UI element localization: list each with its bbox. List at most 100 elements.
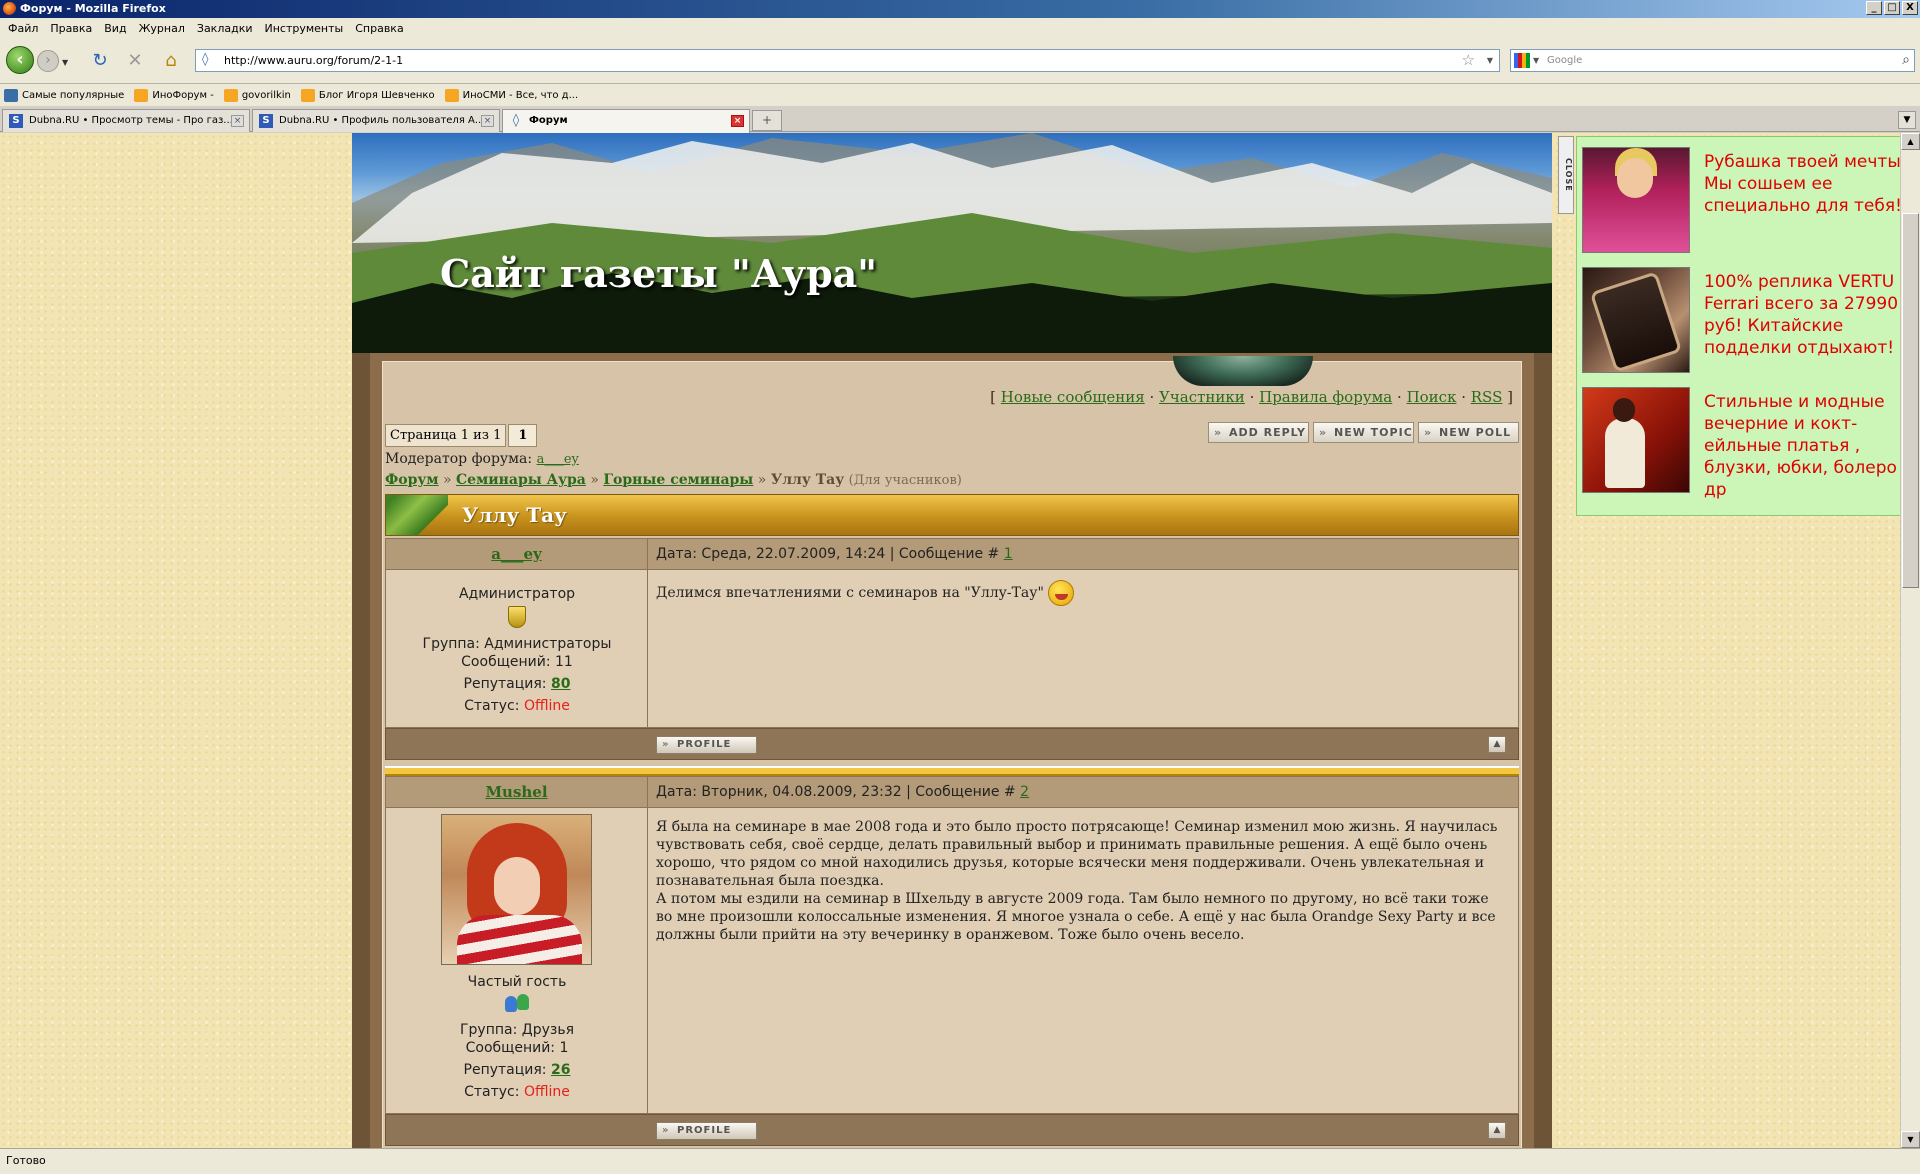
ad-text[interactable]: Рубашка твоей мечты! Мы сошьем ее специа…	[1704, 151, 1900, 217]
search-icon[interactable]: ⌕	[1902, 50, 1910, 71]
search-link[interactable]: Поиск	[1407, 388, 1457, 406]
bookmark-item[interactable]: Блог Игоря Шевченко	[300, 88, 435, 102]
minimize-button[interactable]: _	[1866, 1, 1882, 15]
moderator-link[interactable]: a___ey	[537, 452, 579, 467]
forward-button[interactable]: ›	[37, 50, 59, 72]
site-title: Сайт газеты "Аура"	[440, 251, 878, 296]
ad-item[interactable]: Стильные и модные вечерние и кокт-ейльны…	[1582, 387, 1900, 500]
post-author-link[interactable]: Mushel	[386, 777, 648, 807]
ad-image[interactable]	[1582, 387, 1690, 493]
status-bar: Готово	[0, 1148, 1920, 1174]
tab-close-icon[interactable]: ×	[481, 115, 494, 127]
post-number-link[interactable]: 2	[1020, 784, 1029, 800]
tab-close-icon[interactable]: ×	[731, 115, 744, 127]
menu-help[interactable]: Справка	[351, 22, 411, 35]
scroll-up-arrow[interactable]: ▲	[1901, 133, 1920, 150]
post-text: Делимся впечатлениями с семинаров на "Ул…	[656, 580, 1506, 606]
post-author-link[interactable]: a___ey	[386, 539, 648, 569]
reputation-link[interactable]: 80	[551, 676, 570, 692]
scroll-down-arrow[interactable]: ▼	[1901, 1131, 1920, 1148]
menu-history[interactable]: Журнал	[135, 22, 193, 35]
reload-icon[interactable]: ↻	[89, 50, 111, 72]
ad-item[interactable]: 100% реплика VERTU Ferrari всего за 2799…	[1582, 267, 1900, 377]
scroll-top-icon[interactable]: ▲	[1488, 736, 1506, 753]
ad-image[interactable]	[1582, 147, 1690, 253]
bookmark-item[interactable]: ИноСМИ - Все, что д...	[444, 88, 578, 102]
ad-close-button[interactable]: CLOSE	[1558, 136, 1574, 214]
maximize-button[interactable]: □	[1884, 1, 1900, 15]
post-body: Частый гость Группа: Друзья Сообщений: 1…	[385, 808, 1519, 1114]
rss-link[interactable]: RSS	[1471, 388, 1503, 406]
ad-text[interactable]: 100% реплика VERTU Ferrari всего за 2799…	[1704, 271, 1900, 359]
google-engine-icon[interactable]	[1514, 53, 1530, 68]
tab-close-icon[interactable]: ×	[231, 115, 244, 127]
author-reputation: Репутация: 26	[463, 1062, 571, 1078]
menu-edit[interactable]: Правка	[46, 22, 100, 35]
engine-dropdown-icon[interactable]: ▼	[1533, 50, 1539, 71]
home-icon[interactable]: ⌂	[160, 50, 182, 72]
new-tab-button[interactable]: +	[752, 110, 782, 131]
ad-text[interactable]: Стильные и модные вечерние и кокт-ейльны…	[1704, 391, 1900, 501]
page-number[interactable]: 1	[508, 424, 538, 447]
bookmark-item[interactable]: govorilkin	[223, 88, 291, 102]
tab-dubna-profile[interactable]: S Dubna.RU • Профиль пользователя А... ×	[252, 109, 500, 132]
post-number-link[interactable]: 1	[1004, 546, 1013, 562]
bookmark-star-icon[interactable]: ☆	[1462, 50, 1475, 71]
profile-button[interactable]: Profile	[656, 1122, 757, 1140]
tab-list-icon[interactable]: ▼	[1898, 111, 1916, 129]
window-titlebar: Форум - Mozilla Firefox _ □ X	[0, 0, 1920, 18]
new-messages-link[interactable]: Новые сообщения	[1001, 388, 1145, 406]
post-text: Я была на семинаре в мае 2008 года и это…	[656, 819, 1498, 943]
add-reply-button[interactable]: Add Reply	[1208, 422, 1309, 443]
tab-strip: S Dubna.RU • Просмотр темы - Про газ... …	[0, 106, 1920, 133]
topic-header: Уллу Тау	[385, 494, 1519, 536]
pagination: Страница 1 из 1 1	[385, 424, 538, 447]
topic-note: (Для учасников)	[848, 473, 962, 488]
status-badge: Offline	[523, 1084, 570, 1100]
address-bar[interactable]: ◊ http://www.auru.org/forum/2-1-1 ☆ ▼	[195, 49, 1500, 72]
menu-file[interactable]: Файл	[4, 22, 46, 35]
new-topic-button[interactable]: New Topic	[1313, 422, 1414, 443]
bookmark-item[interactable]: ИноФорум -	[134, 88, 214, 102]
breadcrumb-seminars[interactable]: Семинары Аура	[456, 472, 586, 488]
post: Mushel Дата: Вторник, 04.08.2009, 23:32 …	[385, 776, 1519, 1148]
history-dropdown-icon[interactable]: ▼	[62, 58, 68, 67]
post-footer: Profile ▲	[385, 728, 1519, 760]
scroll-thumb[interactable]	[1902, 213, 1919, 588]
rss-icon	[134, 88, 149, 102]
menu-view[interactable]: Вид	[100, 22, 134, 35]
bookmark-item[interactable]: Самые популярные	[4, 88, 124, 102]
tab-dubna-topic[interactable]: S Dubna.RU • Просмотр темы - Про газ... …	[2, 109, 250, 132]
moderator-line: Модератор форума: a___ey	[385, 451, 579, 467]
ad-item[interactable]: Рубашка твоей мечты! Мы сошьем ее специа…	[1582, 147, 1900, 257]
new-poll-button[interactable]: New Poll	[1418, 422, 1519, 443]
forum-rules-link[interactable]: Правила форума	[1259, 388, 1392, 406]
reputation-link[interactable]: 26	[551, 1062, 570, 1078]
author-status: Статус: Offline	[464, 1084, 570, 1100]
breadcrumb-mountain-seminars[interactable]: Горные семинары	[603, 472, 753, 488]
menu-tools[interactable]: Инструменты	[261, 22, 352, 35]
scroll-top-icon[interactable]: ▲	[1488, 1122, 1506, 1139]
site-identity-icon[interactable]: ◊	[202, 53, 216, 67]
tab-forum[interactable]: ◊ Форум ×	[502, 109, 750, 133]
author-info: Администратор Группа: Администраторы Соо…	[386, 570, 648, 727]
menu-bar: Файл Правка Вид Журнал Закладки Инструме…	[0, 18, 1920, 38]
leaf-ornament	[386, 495, 448, 535]
dubna-icon: S	[9, 114, 23, 128]
stop-icon[interactable]: ✕	[124, 50, 146, 72]
profile-button[interactable]: Profile	[656, 736, 757, 754]
ad-image[interactable]	[1582, 267, 1690, 373]
header-ornament	[1173, 356, 1313, 386]
menu-bookmarks[interactable]: Закладки	[193, 22, 261, 35]
content-frame: [ Новые сообщения · Участники · Правила …	[370, 353, 1534, 1148]
rss-icon	[300, 88, 315, 102]
close-button[interactable]: X	[1902, 1, 1918, 15]
forum-top-links: [ Новые сообщения · Участники · Правила …	[990, 388, 1513, 406]
search-box[interactable]: ▼ Google ⌕	[1510, 49, 1915, 72]
vertical-scrollbar[interactable]: ▲ ▼	[1900, 133, 1920, 1148]
address-dropdown-icon[interactable]: ▼	[1487, 50, 1493, 71]
breadcrumb-forum[interactable]: Форум	[385, 472, 439, 488]
members-link[interactable]: Участники	[1159, 388, 1245, 406]
breadcrumb: Форум » Семинары Аура » Горные семинары …	[385, 472, 962, 488]
back-button[interactable]: ‹	[6, 46, 34, 74]
